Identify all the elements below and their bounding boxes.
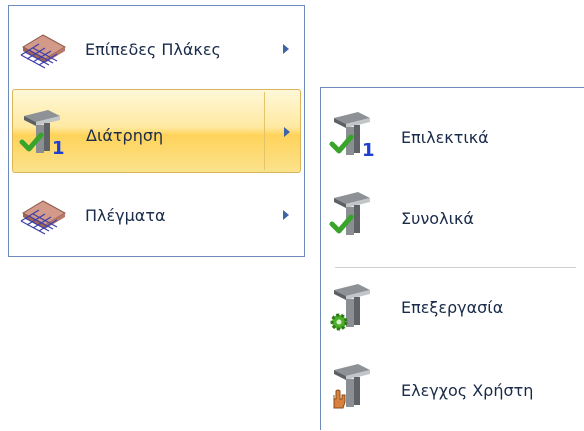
column-check-1-icon: 1 <box>329 112 375 160</box>
punching-column-check-1-icon: 1 <box>19 110 65 158</box>
chevron-right-icon <box>283 210 289 220</box>
chevron-right-icon <box>284 127 290 137</box>
column-gear-icon <box>330 284 370 331</box>
column-check-icon <box>329 192 370 235</box>
column-hand-icon <box>333 364 370 409</box>
menu-item-label: Διάτρηση <box>86 126 164 145</box>
menu-item-meshes[interactable]: Πλέγματα <box>9 174 304 254</box>
svg-text:1: 1 <box>52 138 65 158</box>
submenu-item-label: Επεξεργασία <box>401 298 504 317</box>
submenu-split-divider <box>264 92 265 170</box>
submenu-item-overall[interactable]: Συνολικά <box>321 176 584 264</box>
punching-submenu: 1 Επιλεκτικά Συνολικά Επεξεργασία Ελεγχο… <box>320 87 584 430</box>
menu-item-punching[interactable]: 1 Διάτρηση <box>12 89 301 173</box>
submenu-item-selective[interactable]: 1 Επιλεκτικά <box>321 90 584 176</box>
svg-text:1: 1 <box>362 140 375 160</box>
submenu-item-edit[interactable]: Επεξεργασία <box>321 268 584 350</box>
main-menu: Επίπεδες Πλάκες 1 Διάτρηση Πλέγματα <box>8 5 305 257</box>
submenu-item-label: Επιλεκτικά <box>401 128 489 147</box>
slab-mesh-icon <box>20 34 67 69</box>
slab-mesh-icon <box>20 200 67 235</box>
menu-item-flat-slabs[interactable]: Επίπεδες Πλάκες <box>9 8 304 88</box>
menu-item-label: Πλέγματα <box>85 206 166 225</box>
menu-item-label: Επίπεδες Πλάκες <box>85 40 221 59</box>
submenu-item-label: Συνολικά <box>401 209 474 228</box>
submenu-item-user-check[interactable]: Ελεγχος Χρήστη <box>321 350 584 431</box>
chevron-right-icon <box>283 44 289 54</box>
submenu-item-label: Ελεγχος Χρήστη <box>401 381 534 400</box>
